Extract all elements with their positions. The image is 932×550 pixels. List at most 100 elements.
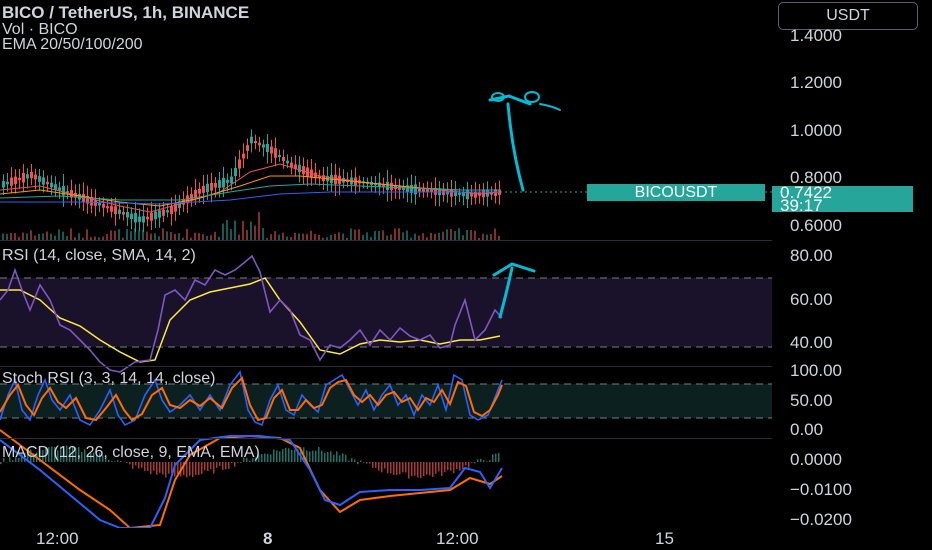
candle-body: [246, 145, 249, 151]
macd-histogram-bar: [156, 462, 158, 475]
candle-body: [230, 176, 233, 184]
volume-bar: [450, 228, 452, 240]
macd-legend[interactable]: MACD (12, 26, close, 9, EMA, EMA): [2, 445, 260, 461]
candle-body: [102, 203, 105, 208]
macd-histogram-bar: [222, 462, 224, 470]
candle-body: [142, 216, 145, 223]
stoch-scale-label: 100.00: [790, 361, 842, 380]
candle-body: [126, 211, 129, 218]
macd-scale-label: −0.0200: [790, 510, 852, 529]
volume-bar: [366, 232, 368, 240]
volume-bars: [2, 212, 500, 240]
volume-bar: [458, 228, 460, 240]
volume-bar: [294, 232, 296, 240]
volume-bar: [402, 232, 404, 240]
macd-histogram-bar: [114, 461, 116, 462]
volume-bar: [58, 229, 60, 240]
candle-body: [214, 183, 217, 188]
macd-histogram-bar: [366, 462, 368, 464]
macd-histogram-bar: [312, 450, 314, 462]
candle-body: [162, 209, 165, 216]
macd-histogram-bar: [234, 462, 236, 467]
volume-bar: [378, 230, 380, 240]
volume-bar: [30, 230, 32, 240]
symbol-title[interactable]: BICO / TetherUS, 1h, BINANCE: [2, 4, 249, 21]
macd-histogram-bar: [408, 462, 410, 479]
volume-bar: [282, 232, 284, 240]
macd-histogram-bar: [129, 462, 131, 465]
candle-body: [122, 211, 125, 215]
volume-bar: [14, 233, 16, 240]
candle-body: [158, 210, 161, 218]
volume-bar: [406, 230, 408, 240]
candle-body: [118, 209, 121, 214]
macd-histogram-bar: [480, 458, 482, 462]
volume-bar: [230, 229, 232, 240]
candle-body: [458, 192, 461, 195]
macd-histogram-bar: [294, 449, 296, 462]
stoch-rsi-legend[interactable]: Stoch RSI (3, 3, 14, 14, close): [2, 371, 215, 387]
macd-histogram-bar: [132, 462, 134, 469]
volume-bar: [470, 229, 472, 240]
macd-histogram-bar: [318, 447, 320, 462]
macd-histogram-bar: [447, 462, 449, 471]
macd-histogram-bar: [456, 462, 458, 469]
candle-body: [234, 167, 237, 177]
macd-histogram-bar: [432, 462, 434, 477]
main-chart-arrow-tail: [539, 103, 561, 111]
main-chart-arrow-stem: [506, 102, 525, 192]
volume-bar: [62, 231, 64, 240]
candle-body: [82, 194, 85, 203]
volume-bar: [474, 230, 476, 240]
rsi-scale-label: 40.00: [790, 333, 833, 352]
volume-bar: [222, 223, 224, 240]
volume-bar: [446, 229, 448, 240]
macd-histogram-bar: [462, 462, 464, 470]
volume-bar: [374, 231, 376, 240]
volume-bar: [118, 229, 120, 240]
macd-histogram-bar: [330, 451, 332, 462]
chart-area[interactable]: BICO / TetherUS, 1h, BINANCE Vol · BICO …: [0, 0, 772, 528]
candle-body: [270, 146, 273, 154]
macd-histogram-bar: [324, 452, 326, 462]
macd-histogram-bar: [495, 453, 497, 462]
candle-body: [170, 206, 173, 214]
volume-bar: [138, 230, 140, 240]
macd-histogram-bar: [189, 462, 191, 476]
macd-histogram-bar: [360, 460, 362, 462]
ema-legend[interactable]: EMA 20/50/100/200: [2, 37, 143, 53]
volume-legend[interactable]: Vol · BICO: [2, 22, 78, 38]
macd-histogram-bar: [459, 462, 461, 471]
time-axis[interactable]: 12:00 8 12:00 15: [0, 528, 932, 550]
candle-body: [6, 181, 9, 185]
rsi-legend[interactable]: RSI (14, close, SMA, 14, 2): [2, 248, 196, 264]
price-scale[interactable]: USDT 1.4000 1.2000 1.0000 0.8000 0.7422 …: [772, 0, 932, 529]
volume-bar: [10, 233, 12, 240]
volume-bar: [310, 230, 312, 240]
candle-body: [286, 160, 289, 164]
candle-body: [18, 177, 21, 181]
volume-bar: [254, 225, 256, 240]
candle-body: [282, 156, 285, 162]
rsi-arrow-head: [492, 262, 536, 277]
candle-body: [298, 164, 301, 173]
candle-body: [114, 206, 117, 215]
macd-histogram-bar: [357, 462, 359, 465]
macd-histogram-bar: [327, 451, 329, 462]
macd-histogram-bar: [354, 459, 356, 462]
volume-bar: [258, 212, 260, 240]
macd-histogram-bar: [213, 462, 215, 474]
macd-histogram-bar: [216, 462, 218, 468]
macd-histogram-bar: [207, 462, 209, 471]
candle-body: [38, 176, 41, 182]
price-label: 1.4000: [790, 26, 842, 45]
macd-histogram-bar: [384, 462, 386, 469]
macd-histogram-bar: [315, 450, 317, 462]
macd-histogram-bar: [396, 462, 398, 475]
volume-bar: [110, 230, 112, 240]
volume-bar: [354, 229, 356, 240]
candle-body: [242, 153, 245, 159]
macd-histogram-bar: [390, 462, 392, 474]
candle-body: [258, 142, 261, 146]
macd-histogram-bar: [417, 462, 419, 478]
